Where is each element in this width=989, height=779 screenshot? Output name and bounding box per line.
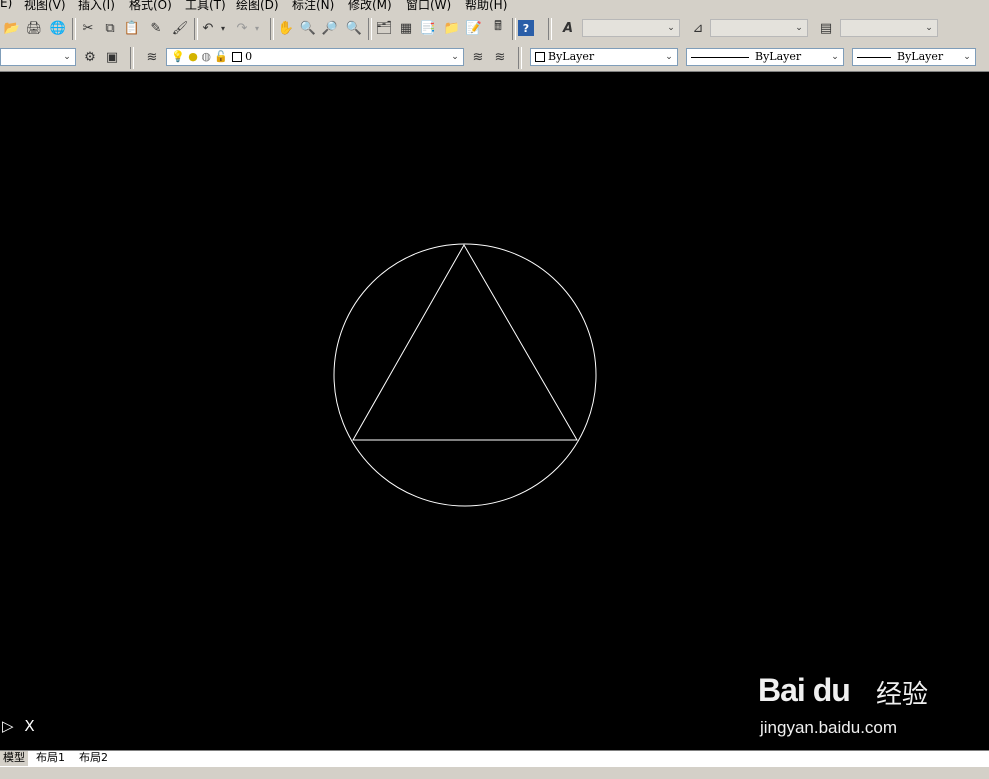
linetype-select[interactable]: ByLayer ⌄ bbox=[686, 48, 844, 66]
sheet-set-icon[interactable]: 📁 bbox=[442, 18, 462, 38]
dim-style-icon[interactable]: ⊿ bbox=[688, 18, 708, 38]
plot-icon[interactable]: 🖨 bbox=[24, 18, 44, 38]
lineweight-value: ByLayer bbox=[897, 50, 944, 63]
zoom-window-icon[interactable]: 🔎 bbox=[320, 18, 340, 38]
menu-item-insert[interactable]: 插入(I) bbox=[78, 0, 115, 12]
paste-icon[interactable]: 📋 bbox=[122, 18, 142, 38]
workspace-save-icon[interactable]: ▣ bbox=[102, 47, 122, 67]
menu-item-format[interactable]: 格式(O) bbox=[129, 0, 172, 12]
undo-icon[interactable]: ↶ bbox=[198, 18, 218, 38]
standard-toolbar: 📂 🖨 🌐 ✂ ⧉ 📋 ✎ 🖌 ↶ ▾ ↷ ▾ ✋ 🔍 🔎 🔍 🗂 ▦ 📑 📁 … bbox=[0, 14, 989, 45]
markup-icon[interactable]: 📝 bbox=[464, 18, 484, 38]
dim-style-select[interactable]: ⌄ bbox=[710, 19, 808, 37]
make-object-layer-current-icon[interactable]: ≋ bbox=[468, 47, 488, 67]
calculator-icon[interactable]: 🖩 bbox=[488, 18, 508, 38]
circle-entity[interactable] bbox=[333, 243, 597, 507]
watermark-text: 经验 bbox=[876, 680, 929, 710]
freeze-viewport-icon: ◍ bbox=[201, 50, 211, 63]
menu-bar: E) 视图(V) 插入(I) 格式(O) 工具(T) 绘图(D) 标注(N) 修… bbox=[0, 0, 989, 12]
menu-item-help[interactable]: 帮助(H) bbox=[465, 0, 507, 12]
publish-icon[interactable]: 🌐 bbox=[48, 18, 68, 38]
drawing-svg bbox=[333, 243, 597, 507]
menu-item-modify[interactable]: 修改(M) bbox=[348, 0, 392, 12]
linetype-sample bbox=[691, 56, 749, 58]
layout-tabs: 模型 布局1 布局2 bbox=[0, 750, 989, 767]
watermark: Bai du 经验 jingyan.baidu.com bbox=[758, 672, 948, 742]
match-properties-icon[interactable]: ✎ bbox=[146, 18, 166, 38]
menu-item-window[interactable]: 窗口(W) bbox=[406, 0, 451, 12]
color-swatch bbox=[535, 52, 545, 62]
ucs-x-label: X bbox=[24, 717, 35, 735]
menu-item-draw[interactable]: 绘图(D) bbox=[236, 0, 279, 12]
workspace-settings-icon[interactable]: ⚙ bbox=[80, 47, 100, 67]
toolbar-separator bbox=[270, 18, 274, 40]
workspace-select[interactable]: ⌄ bbox=[0, 48, 76, 66]
watermark-logo: Bai du bbox=[758, 672, 851, 708]
menu-item-dimension[interactable]: 标注(N) bbox=[292, 0, 334, 12]
menu-item-tools[interactable]: 工具(T) bbox=[185, 0, 226, 12]
toolbar-separator bbox=[368, 18, 372, 40]
zoom-realtime-icon[interactable]: 🔍 bbox=[298, 18, 318, 38]
sun-icon: ● bbox=[188, 50, 198, 63]
pan-icon[interactable]: ✋ bbox=[276, 18, 296, 38]
lineweight-sample bbox=[857, 56, 891, 58]
toolbar-separator bbox=[72, 18, 76, 40]
text-style-select[interactable]: ⌄ bbox=[582, 19, 680, 37]
status-bar bbox=[0, 766, 989, 779]
layer-name: 0 bbox=[245, 50, 253, 63]
table-style-select[interactable]: ⌄ bbox=[840, 19, 938, 37]
tab-model[interactable]: 模型 bbox=[0, 751, 28, 767]
open-icon[interactable]: 📂 bbox=[2, 18, 22, 38]
ucs-icon: ▷ X bbox=[2, 718, 35, 734]
bulb-icon: 💡 bbox=[171, 50, 185, 63]
layers-properties-toolbar: ⌄ ⚙ ▣ ≋ 💡 ● ◍ 🔓 0 ⌄ ≋ ≋ ByLayer ⌄ ByLaye… bbox=[0, 44, 989, 72]
design-center-icon[interactable]: ▦ bbox=[396, 18, 416, 38]
menu-item-file[interactable]: E) bbox=[0, 0, 12, 10]
toolbar-separator bbox=[130, 47, 134, 69]
watermark-url: jingyan.baidu.com bbox=[760, 718, 898, 737]
redo-icon: ↷ bbox=[236, 20, 248, 36]
lineweight-select[interactable]: ByLayer ⌄ bbox=[852, 48, 976, 66]
table-style-icon[interactable]: ▤ bbox=[816, 18, 836, 38]
color-value: ByLayer bbox=[548, 50, 595, 63]
color-select[interactable]: ByLayer ⌄ bbox=[530, 48, 678, 66]
linetype-value: ByLayer bbox=[755, 50, 802, 63]
brush-icon[interactable]: 🖌 bbox=[170, 18, 190, 38]
layer-manager-icon[interactable]: ≋ bbox=[142, 47, 162, 67]
properties-icon[interactable]: 🗂 bbox=[374, 18, 394, 38]
toolbar-separator bbox=[518, 47, 522, 69]
layer-select[interactable]: 💡 ● ◍ 🔓 0 ⌄ bbox=[166, 48, 464, 66]
cut-icon[interactable]: ✂ bbox=[78, 18, 98, 38]
triangle-entity[interactable] bbox=[352, 243, 578, 441]
menu-item-view[interactable]: 视图(V) bbox=[24, 0, 66, 12]
text-style-icon[interactable]: A bbox=[558, 18, 578, 38]
layer-previous-icon[interactable]: ≋ bbox=[490, 47, 510, 67]
tab-layout1[interactable]: 布局1 bbox=[33, 751, 68, 766]
layer-color-swatch bbox=[231, 52, 242, 62]
lock-icon: 🔓 bbox=[214, 50, 229, 63]
zoom-previous-icon[interactable]: 🔍 bbox=[344, 18, 364, 38]
redo-dropdown-icon: ▾ bbox=[254, 23, 259, 33]
toolbar-separator bbox=[548, 18, 552, 40]
help-icon[interactable]: ? bbox=[518, 20, 534, 36]
ucs-arrow-icon: ▷ bbox=[2, 717, 14, 735]
tab-layout2[interactable]: 布局2 bbox=[76, 751, 111, 766]
toolbar-separator bbox=[512, 18, 516, 40]
drawing-canvas[interactable]: ▷ X Bai du 经验 jingyan.baidu.com bbox=[0, 72, 989, 750]
undo-dropdown-icon[interactable]: ▾ bbox=[218, 18, 228, 38]
copy-icon[interactable]: ⧉ bbox=[100, 18, 120, 38]
tool-palettes-icon[interactable]: 📑 bbox=[418, 18, 438, 38]
